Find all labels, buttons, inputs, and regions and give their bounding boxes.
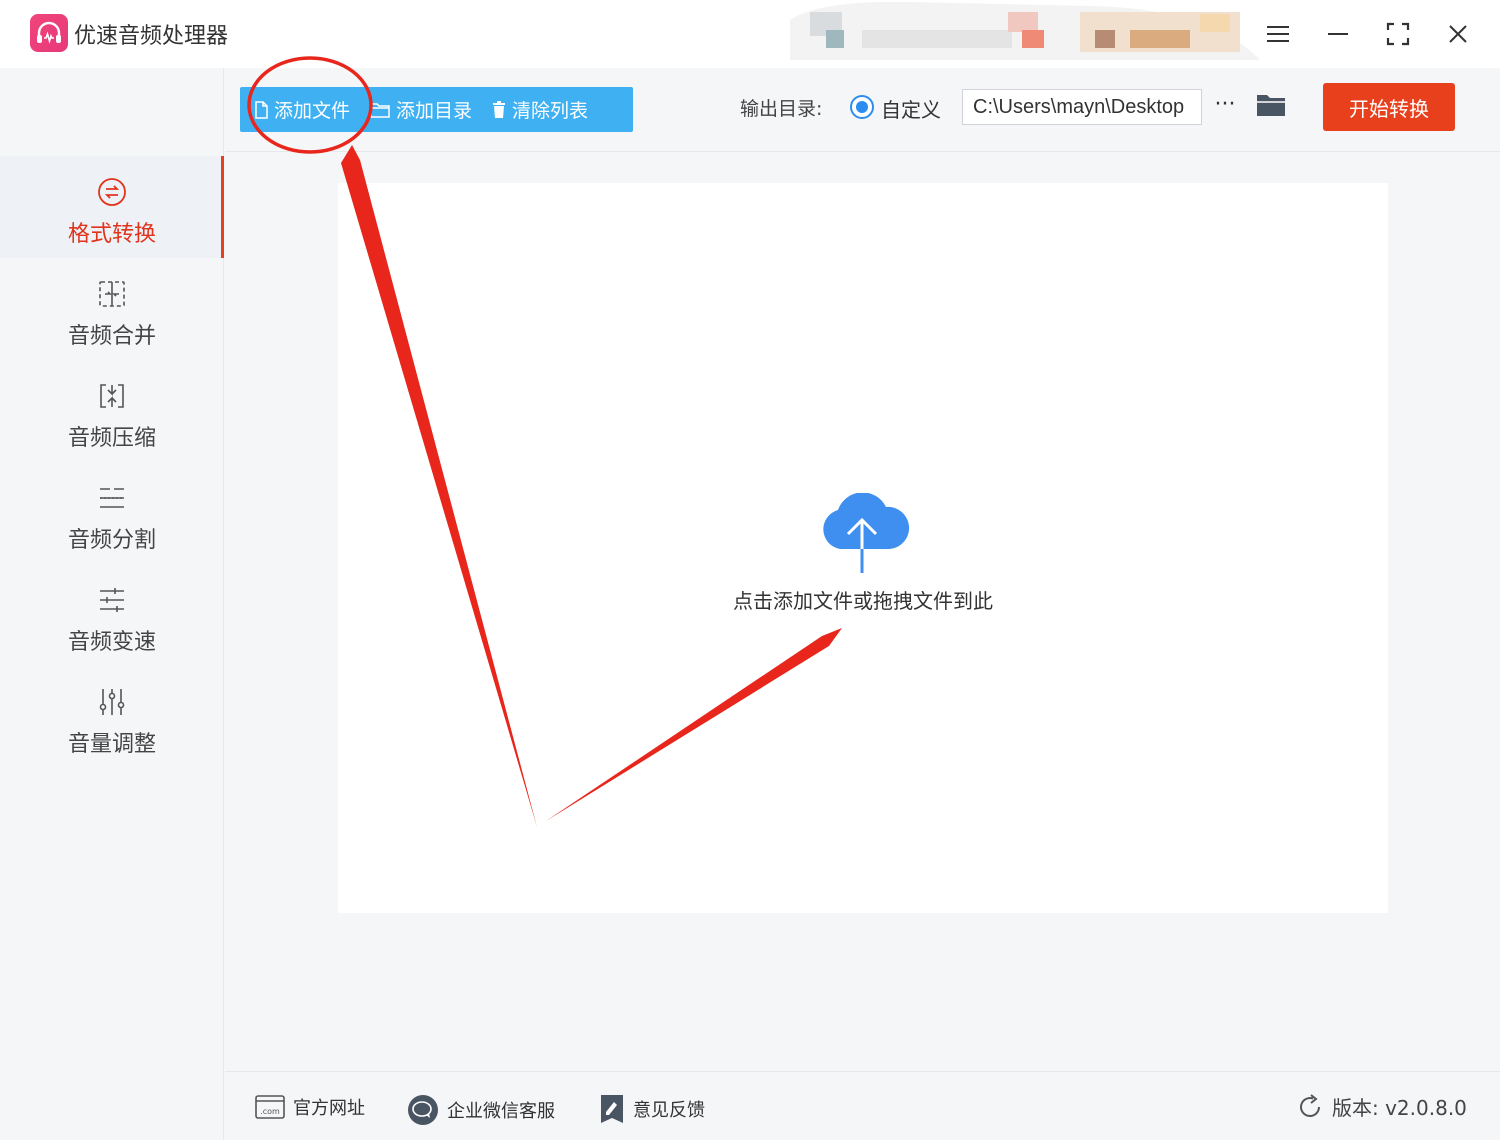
official-website-link[interactable]: .com 官方网址 bbox=[255, 1094, 365, 1120]
app-logo-icon bbox=[30, 14, 68, 52]
sidebar-item-label: 音量调整 bbox=[67, 732, 156, 757]
sidebar-item-audio-split[interactable]: 音频分割 bbox=[0, 462, 224, 564]
clear-list-button[interactable]: 清除列表 bbox=[492, 96, 588, 123]
maximize-icon[interactable] bbox=[1378, 14, 1418, 54]
merge-icon bbox=[96, 278, 128, 310]
sidebar-item-audio-speed[interactable]: 音频变速 bbox=[0, 564, 224, 666]
format-convert-icon bbox=[96, 176, 128, 208]
refresh-icon bbox=[1300, 1093, 1320, 1117]
app-window: 优速音频处理器 格式转换 音频合并 音频压缩 音频分割 音频变速 音量调整 添加… bbox=[0, 0, 1500, 1140]
blurred-region bbox=[790, 0, 1260, 60]
drop-zone-text: 点击添加文件或拖拽文件到此 bbox=[733, 589, 993, 613]
clear-list-label: 清除列表 bbox=[512, 100, 589, 122]
website-label: 官方网址 bbox=[293, 1098, 365, 1119]
custom-output-label: 自定义 bbox=[881, 98, 941, 122]
sidebar-item-label: 音频变速 bbox=[67, 630, 156, 655]
open-folder-icon[interactable] bbox=[1256, 92, 1288, 120]
add-file-label: 添加文件 bbox=[274, 100, 351, 122]
sidebar-item-label: 音频分割 bbox=[67, 528, 156, 553]
feedback-icon bbox=[601, 1095, 623, 1123]
cloud-upload-icon bbox=[818, 492, 910, 573]
custom-output-radio[interactable] bbox=[850, 95, 874, 119]
sidebar-item-format-convert[interactable]: 格式转换 bbox=[0, 156, 224, 258]
sidebar-item-volume-adjust[interactable]: 音量调整 bbox=[0, 666, 224, 768]
minimize-icon[interactable] bbox=[1318, 14, 1358, 54]
close-icon[interactable] bbox=[1438, 14, 1478, 54]
sidebar-item-audio-compress[interactable]: 音频压缩 bbox=[0, 360, 224, 462]
version-label: 版本: v2.0.8.0 bbox=[1332, 1096, 1467, 1120]
compress-icon bbox=[96, 380, 128, 412]
sidebar-item-label: 音频压缩 bbox=[67, 426, 156, 451]
file-icon bbox=[255, 100, 268, 119]
sidebar-item-label: 格式转换 bbox=[67, 222, 156, 247]
feedback-link[interactable]: 意见反馈 bbox=[599, 1094, 705, 1124]
add-folder-label: 添加目录 bbox=[396, 100, 473, 122]
add-file-button[interactable]: 添加文件 bbox=[254, 96, 350, 123]
start-convert-button[interactable]: 开始转换 bbox=[1323, 83, 1455, 131]
folder-icon bbox=[370, 102, 390, 118]
svg-text:.com: .com bbox=[260, 1107, 280, 1116]
sidebar: 格式转换 音频合并 音频压缩 音频分割 音频变速 音量调整 bbox=[0, 68, 224, 1140]
wechat-icon bbox=[408, 1095, 438, 1125]
app-title: 优速音频处理器 bbox=[74, 24, 229, 49]
more-options-button[interactable]: ··· bbox=[1212, 92, 1238, 120]
output-dir-label: 输出目录: bbox=[740, 98, 823, 120]
wechat-service-link[interactable]: 企业微信客服 bbox=[407, 1094, 555, 1126]
toolbar-divider bbox=[225, 151, 1500, 152]
footer-bar: .com 官方网址 企业微信客服 意见反馈 版本: v2.0.8.0 bbox=[225, 1071, 1500, 1140]
title-bar: 优速音频处理器 bbox=[0, 0, 1500, 68]
menu-icon[interactable] bbox=[1258, 14, 1298, 54]
sidebar-item-label: 音频合并 bbox=[67, 324, 156, 349]
add-folder-button[interactable]: 添加目录 bbox=[370, 96, 472, 123]
website-icon: .com bbox=[255, 1095, 285, 1119]
version-info: 版本: v2.0.8.0 bbox=[1298, 1092, 1467, 1121]
file-toolbar: 添加文件 添加目录 清除列表 bbox=[240, 87, 633, 132]
sidebar-item-audio-merge[interactable]: 音频合并 bbox=[0, 258, 224, 360]
feedback-label: 意见反馈 bbox=[633, 1100, 705, 1121]
trash-icon bbox=[493, 100, 506, 118]
volume-icon bbox=[96, 686, 128, 718]
file-drop-zone[interactable]: 点击添加文件或拖拽文件到此 bbox=[338, 183, 1388, 913]
split-icon bbox=[96, 482, 128, 514]
output-path-field[interactable]: C:\Users\mayn\Desktop bbox=[962, 89, 1202, 125]
speed-icon bbox=[96, 584, 128, 616]
wechat-label: 企业微信客服 bbox=[447, 1101, 555, 1122]
